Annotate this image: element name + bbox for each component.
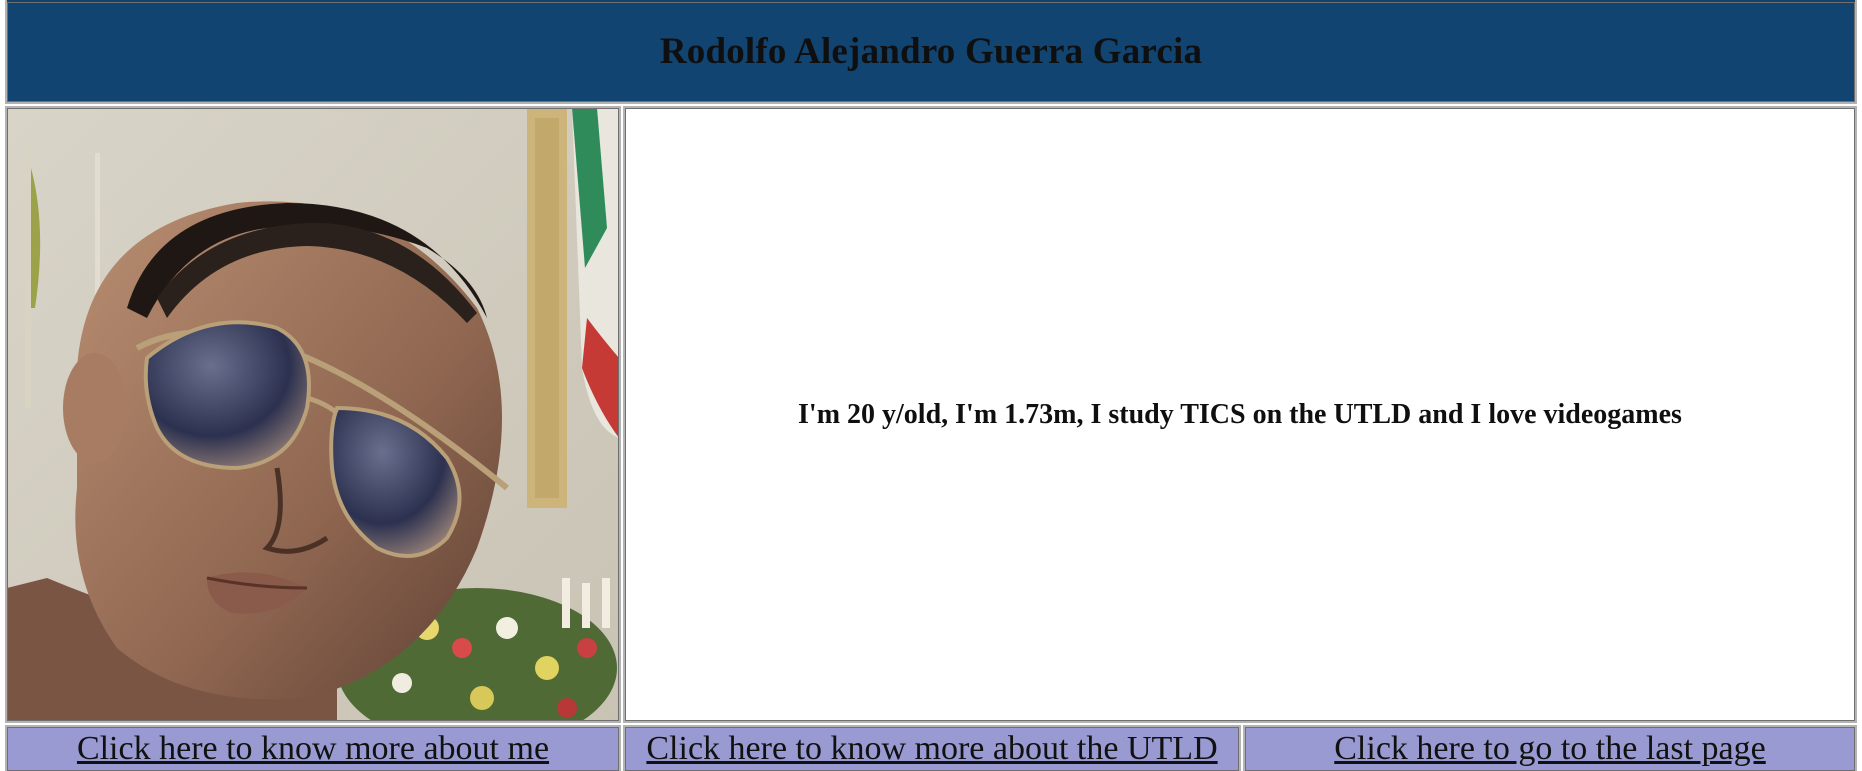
portrait-photo-icon <box>7 108 619 721</box>
nav-cell-last-page: Click here to go to the last page <box>1243 725 1857 771</box>
photo-cell <box>5 106 621 723</box>
page-title: Rodolfo Alejandro Guerra Garcia <box>659 30 1203 72</box>
description-cell: I'm 20 y/old, I'm 1.73m, I study TICS on… <box>623 106 1857 723</box>
about-me-link[interactable]: Click here to know more about me <box>77 730 549 768</box>
profile-description: I'm 20 y/old, I'm 1.73m, I study TICS on… <box>798 398 1682 430</box>
header-bar: Rodolfo Alejandro Guerra Garcia <box>5 0 1857 104</box>
nav-cell-utld: Click here to know more about the UTLD <box>623 725 1241 771</box>
last-page-link[interactable]: Click here to go to the last page <box>1334 730 1766 768</box>
about-utld-link[interactable]: Click here to know more about the UTLD <box>646 730 1217 768</box>
page: Rodolfo Alejandro Guerra Garcia I'm 20 y… <box>0 0 1862 771</box>
nav-cell-about-me: Click here to know more about me <box>5 725 621 771</box>
